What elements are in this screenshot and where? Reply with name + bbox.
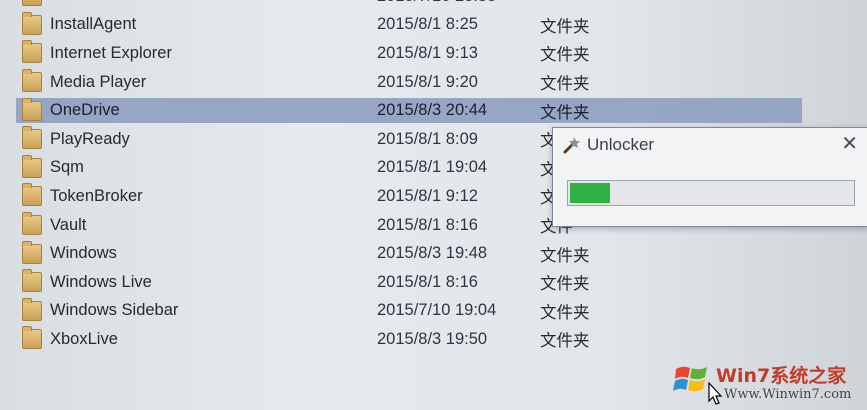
list-item[interactable]: Media Player 2015/8/1 9:20 文件夹 [0,68,867,97]
file-type: 文件夹 [540,275,590,294]
file-name: InstallAgent [50,15,137,34]
file-name: Media Player [50,72,147,91]
list-item[interactable]: Windows Live 2015/8/1 8:16 文件夹 [0,268,867,297]
list-item[interactable]: Windows Sidebar 2015/7/10 19:04 文件夹 [0,297,867,326]
folder-icon [22,97,42,121]
list-item[interactable]: OneDrive 2015/8/3 20:44 文件夹 [0,96,867,125]
list-item[interactable]: Windows 2015/8/3 19:48 文件夹 [0,239,867,268]
file-name: Windows Live [50,272,152,291]
file-date: 2015/8/3 20:44 [377,101,488,120]
watermark-url: Www.Winwin7.com [724,387,852,402]
unlocker-title: Unlocker [587,135,655,154]
list-item[interactable]: 2015/7/10 23:35 [0,0,867,11]
windows-logo-icon [673,366,707,392]
file-name: Windows [50,244,117,263]
list-item[interactable]: InstallAgent 2015/8/1 8:25 文件夹 [0,11,867,40]
file-date: 2015/8/1 9:20 [377,72,478,91]
file-date: 2015/8/3 19:50 [377,329,488,348]
file-type: 文件夹 [540,46,590,65]
file-date: 2015/8/1 8:16 [377,215,478,234]
file-name: Internet Explorer [50,43,172,62]
file-name: Windows Sidebar [50,301,179,320]
watermark-title: Win7系统之家 [716,365,847,387]
folder-icon [22,240,42,264]
progress-bar [567,180,855,206]
file-date: 2015/8/1 8:25 [377,15,478,34]
folder-icon [22,0,42,7]
file-name: PlayReady [50,129,130,148]
file-type: 文件夹 [540,246,590,265]
folder-icon [22,69,42,93]
folder-icon [22,212,42,236]
file-name: XboxLive [50,329,118,348]
file-type: 文件夹 [540,103,590,122]
file-type: 文件夹 [540,332,590,351]
file-date: 2015/8/1 9:12 [377,186,478,205]
folder-icon [22,154,42,178]
unlocker-dialog: Unlocker ✕ [552,127,867,227]
folder-icon [22,326,42,350]
file-date: 2015/8/3 19:48 [377,244,488,263]
file-name: TokenBroker [50,186,143,205]
file-type: 文件夹 [540,75,590,94]
folder-icon [22,40,42,64]
file-type: 文件夹 [540,303,590,322]
unlocker-titlebar[interactable]: Unlocker ✕ [553,128,867,162]
list-item[interactable]: XboxLive 2015/8/3 19:50 文件夹 [0,325,867,354]
wand-icon [563,137,580,154]
folder-icon [22,126,42,150]
file-date: 2015/7/10 19:04 [377,301,497,320]
folder-icon [22,183,42,207]
file-date: 2015/8/1 8:09 [377,129,478,148]
list-item[interactable]: Internet Explorer 2015/8/1 9:13 文件夹 [0,39,867,68]
folder-icon [22,297,42,321]
file-date: 2015/7/10 23:35 [377,0,496,6]
folder-icon [22,269,42,293]
file-name: OneDrive [50,101,120,120]
mouse-cursor-icon [708,382,723,405]
close-icon[interactable]: ✕ [841,134,858,154]
file-date: 2015/8/1 8:16 [377,272,478,291]
file-date: 2015/8/1 9:13 [377,43,478,62]
folder-icon [22,11,42,35]
file-type: 文件夹 [540,17,590,36]
watermark: Win7系统之家 Www.Winwin7.com [672,355,867,410]
progress-fill [570,183,611,203]
file-name: Sqm [50,158,84,177]
file-name: Vault [50,215,87,234]
file-date: 2015/8/1 19:04 [377,158,488,177]
